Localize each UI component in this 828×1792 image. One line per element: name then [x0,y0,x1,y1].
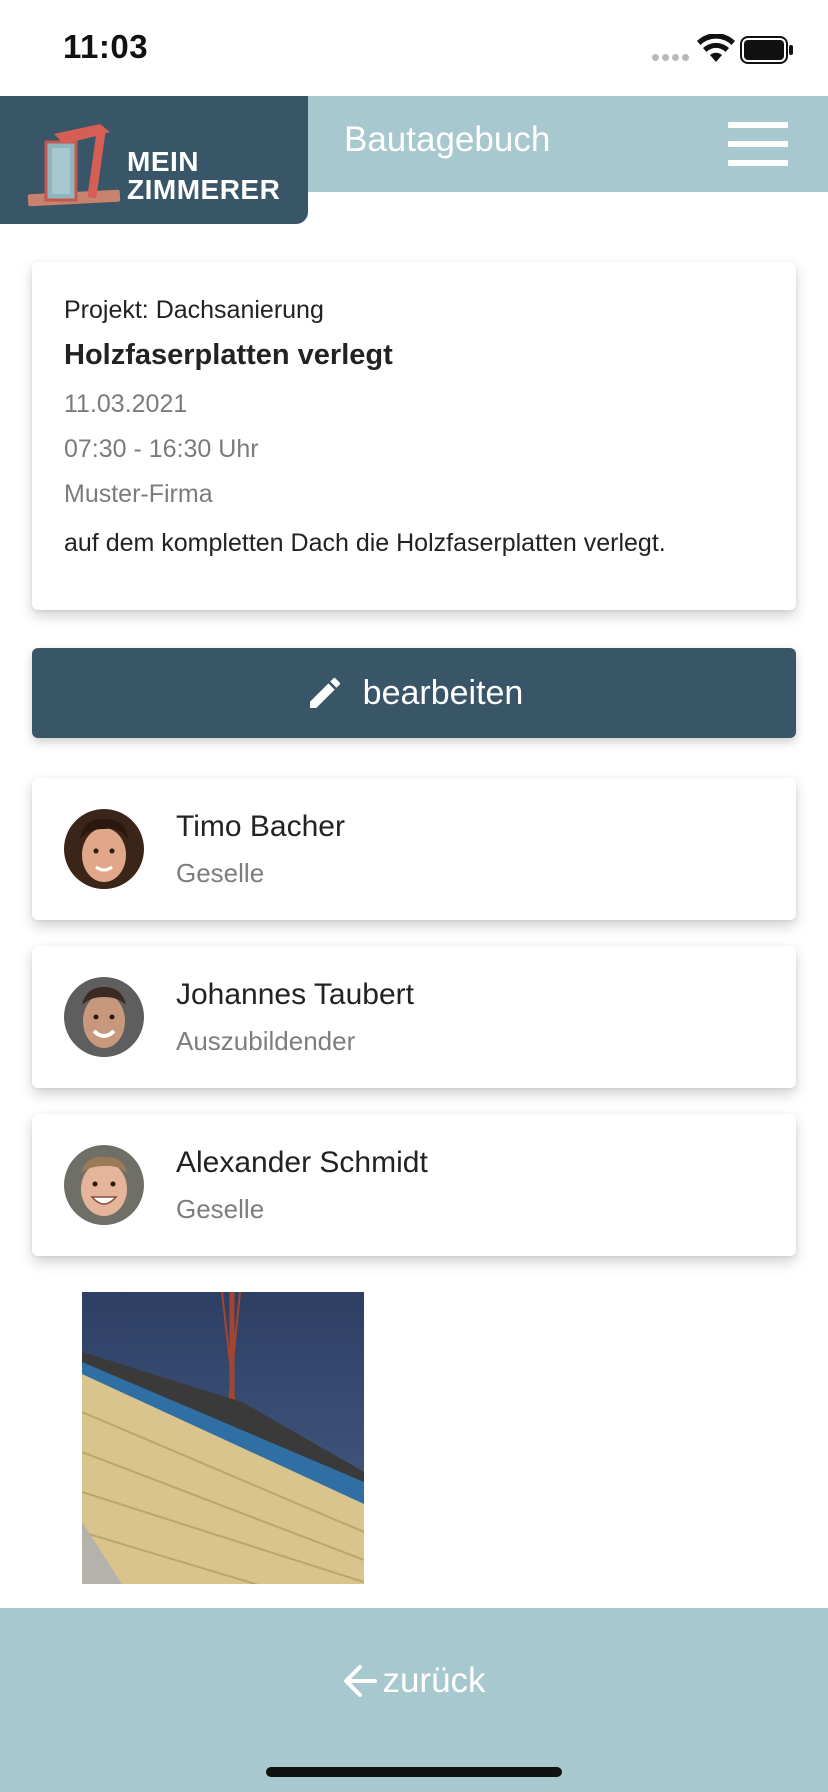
status-time: 11:03 [63,28,149,65]
avatar [64,1145,144,1225]
worker-card[interactable]: Alexander Schmidt Geselle [32,1114,796,1256]
worker-role: Geselle [176,1193,265,1224]
back-button[interactable]: zurück [0,1656,828,1706]
diary-entry-card: Projekt: Dachsanierung Holzfaserplatten … [32,262,796,610]
edit-button[interactable]: bearbeiten [32,648,796,738]
brand-name: MEIN ZIMMERER [127,148,280,204]
edit-button-label: bearbeiten [362,673,524,712]
entry-project: Projekt: Dachsanierung [64,296,324,324]
cellular-signal-icon [652,54,689,61]
worker-card[interactable]: Johannes Taubert Auszubildender [32,946,796,1088]
arrow-left-icon [344,1665,378,1697]
worker-name: Johannes Taubert [176,977,414,1011]
brand-logo[interactable]: MEIN ZIMMERER [0,96,308,224]
worker-role: Auszubildender [176,1025,356,1056]
entry-company: Muster-Firma [64,480,213,508]
hammer-logo-icon [27,124,121,207]
status-bar: 11:03 [0,0,828,96]
back-button-label: zurück [382,1661,486,1700]
pencil-icon [309,677,340,708]
entry-title: Holzfaserplatten verlegt [64,339,393,371]
wifi-icon [697,34,735,62]
battery-icon [740,36,793,64]
worker-role: Geselle [176,857,265,888]
bottom-bar: zurück [0,1608,828,1792]
brand-line-1: MEIN [127,146,199,177]
avatar [64,977,144,1057]
page-title: Bautagebuch [344,120,551,159]
brand-line-2: ZIMMERER [127,174,281,205]
worker-card[interactable]: Timo Bacher Geselle [32,778,796,920]
worker-name: Timo Bacher [176,809,345,843]
avatar [64,809,144,889]
entry-time-range: 07:30 - 16:30 Uhr [64,435,259,463]
home-indicator[interactable] [266,1767,562,1777]
entry-date: 11.03.2021 [64,390,188,418]
hamburger-menu-icon[interactable] [728,122,788,166]
construction-photo[interactable] [82,1292,364,1584]
entry-description: auf dem kompletten Dach die Holzfaserpla… [64,529,666,557]
worker-name: Alexander Schmidt [176,1145,428,1179]
